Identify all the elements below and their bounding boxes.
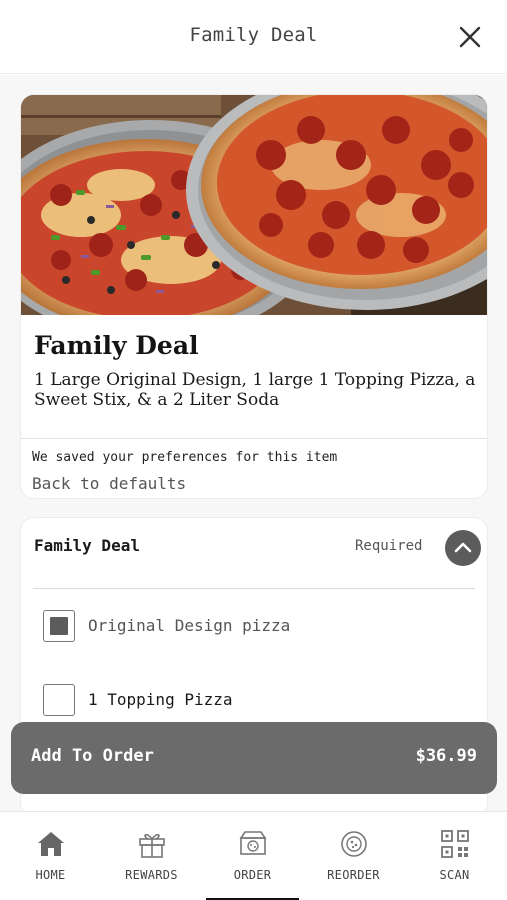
order-price: $36.99 (415, 746, 477, 766)
checkbox-unchecked[interactable] (43, 684, 75, 716)
option-label: 1 Topping Pizza (88, 690, 233, 709)
nav-home[interactable]: HOME (0, 812, 101, 900)
item-name: Family Deal (34, 331, 199, 360)
gift-icon (136, 828, 168, 860)
divider (33, 588, 475, 589)
nav-label: SCAN (439, 868, 470, 882)
option-label: Original Design pizza (88, 616, 291, 635)
item-detail-scroll[interactable]: Family Deal 1 Large Original Design, 1 l… (0, 75, 507, 811)
item-description: 1 Large Original Design, 1 large 1 Toppi… (34, 370, 476, 410)
reorder-icon (338, 828, 370, 860)
page-title: Family Deal (189, 24, 318, 46)
top-bar: Family Deal (0, 0, 507, 74)
back-to-defaults-link[interactable]: Back to defaults (32, 474, 186, 493)
checkbox-checked[interactable] (43, 610, 75, 642)
home-icon (35, 828, 67, 860)
add-to-order-button[interactable]: Add To Order $36.99 (11, 722, 497, 794)
pizza-photo (21, 95, 487, 315)
nav-label: ORDER (233, 868, 272, 882)
nav-rewards[interactable]: REWARDS (101, 812, 202, 900)
nav-reorder[interactable]: REORDER (303, 812, 404, 900)
nav-order[interactable]: ORDER (202, 812, 303, 900)
qr-code-icon (439, 828, 471, 860)
preferences-note: We saved your preferences for this item (32, 450, 338, 465)
bottom-nav: HOME REWARDS ORDER REORDER SCAN (0, 811, 507, 900)
nav-label: REORDER (327, 868, 380, 882)
nav-scan[interactable]: SCAN (404, 812, 505, 900)
nav-label: HOME (35, 868, 66, 882)
add-to-order-label: Add To Order (31, 746, 154, 766)
divider (21, 438, 487, 439)
section-title: Family Deal (34, 536, 140, 555)
required-badge: Required (355, 538, 423, 554)
item-card: Family Deal 1 Large Original Design, 1 l… (20, 94, 488, 499)
nav-label: REWARDS (125, 868, 178, 882)
chevron-up-icon[interactable] (445, 530, 481, 566)
option-original-design-pizza[interactable]: Original Design pizza (43, 610, 443, 644)
pizza-box-icon (237, 828, 269, 860)
option-1-topping-pizza[interactable]: 1 Topping Pizza (43, 684, 443, 718)
close-icon[interactable] (455, 22, 485, 52)
